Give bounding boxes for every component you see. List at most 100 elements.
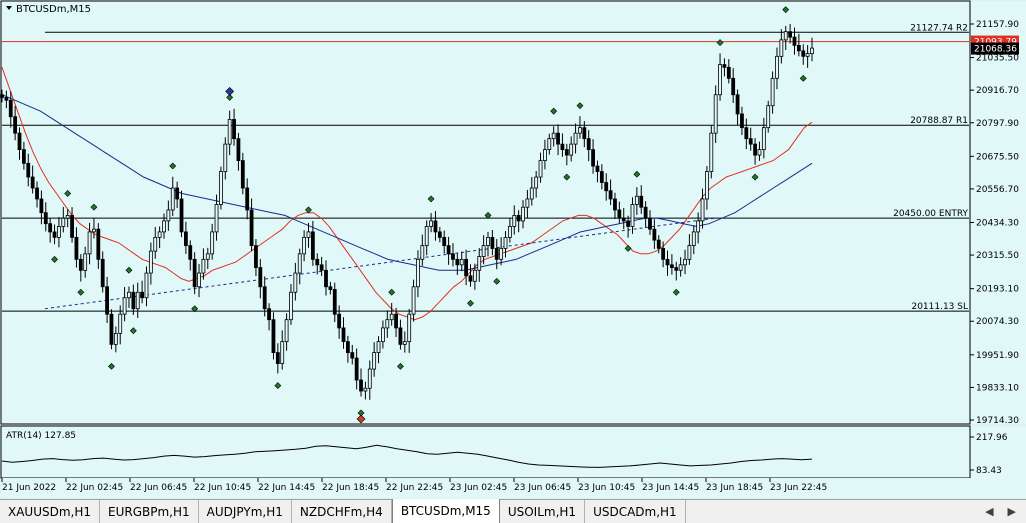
y-tick-label: 20315.50 xyxy=(976,251,1019,261)
tab-scroll-controls: ◀ ▶ xyxy=(985,500,1026,523)
candle-body xyxy=(731,77,736,96)
candle-body xyxy=(127,291,131,299)
candle-body xyxy=(713,94,718,134)
x-tick-label: 23 Jun 10:45 xyxy=(578,483,635,493)
candle-body xyxy=(175,187,180,200)
tab-btcusdm-m15[interactable]: BTCUSDm,M15 xyxy=(391,499,500,523)
candle-body xyxy=(766,105,771,129)
candle-body xyxy=(293,272,298,293)
y-tick-label: 20193.10 xyxy=(976,285,1019,295)
atr-y-tick-label: 83.43 xyxy=(976,466,1002,476)
candle-body xyxy=(4,97,9,101)
candle-body xyxy=(608,190,613,200)
candle-body xyxy=(332,289,337,315)
candle-body xyxy=(683,258,687,266)
candle-body xyxy=(442,236,447,247)
main-chart-panel[interactable] xyxy=(0,0,971,425)
candle-body xyxy=(783,31,788,41)
candle-body xyxy=(538,160,543,178)
candle-body xyxy=(385,319,390,329)
atr-panel[interactable] xyxy=(0,425,971,479)
candle-body xyxy=(43,212,48,225)
candle-body xyxy=(639,195,644,208)
candle-body xyxy=(148,250,153,274)
candle-body xyxy=(499,247,504,260)
candle-body xyxy=(192,258,197,288)
y-tick-label: 20556.70 xyxy=(976,185,1019,195)
candle-body xyxy=(770,77,775,107)
candle-body xyxy=(87,231,92,255)
candle-body xyxy=(262,286,267,310)
x-tick-label: 23 Jun 14:45 xyxy=(642,483,699,493)
candle-body xyxy=(324,269,328,288)
x-tick-label: 22 Jun 10:45 xyxy=(194,483,251,493)
candle-body xyxy=(521,206,525,222)
candle-body xyxy=(13,116,18,134)
candle-body xyxy=(586,138,591,151)
candle-body xyxy=(52,231,57,238)
candle-body xyxy=(551,132,556,140)
candle-body xyxy=(8,99,13,118)
candle-body xyxy=(245,187,250,211)
candle-body xyxy=(582,127,587,140)
candle-body xyxy=(416,258,420,288)
y-tick-label: 19833.10 xyxy=(976,383,1019,393)
candle-body xyxy=(306,231,311,238)
candle-body xyxy=(761,127,766,151)
candle-body xyxy=(197,272,201,288)
candle-body xyxy=(249,209,254,247)
candle-body xyxy=(236,138,241,161)
candle-body xyxy=(621,217,626,222)
tab-eurgbpm-h1[interactable]: EURGBPm,H1 xyxy=(100,500,199,523)
candle-body xyxy=(350,352,355,359)
candle-body xyxy=(429,220,433,227)
candle-body xyxy=(96,228,101,260)
candle-body xyxy=(48,223,53,233)
candle-body xyxy=(451,253,455,260)
candle-body xyxy=(359,379,363,392)
triangle-left-icon[interactable]: ◀ xyxy=(985,505,993,518)
candle-body xyxy=(100,258,105,288)
candle-body xyxy=(722,64,727,68)
candle-body xyxy=(398,327,403,345)
candle-body xyxy=(459,258,464,266)
candle-body xyxy=(748,138,753,145)
candle-body xyxy=(367,368,372,389)
candle-body xyxy=(516,215,521,222)
chart-window[interactable]: 21127.74 R2 20788.87 R1 20450.00 ENTRY 2011… xyxy=(0,0,1026,522)
tab-xauusdm-h1[interactable]: XAUUSDm,H1 xyxy=(0,500,101,523)
candle-body xyxy=(726,66,731,79)
candle-body xyxy=(529,187,534,200)
candle-body xyxy=(57,226,61,238)
candle-body xyxy=(630,204,635,227)
y-tick-label: 20434.30 xyxy=(976,218,1019,228)
tab-nzdchfm-h4[interactable]: NZDCHFm,H4 xyxy=(292,500,392,523)
candle-body xyxy=(188,245,193,260)
candle-body xyxy=(709,132,714,172)
candle-body xyxy=(543,149,547,161)
candle-body xyxy=(407,313,412,343)
triangle-right-icon[interactable]: ▶ xyxy=(1008,505,1016,518)
candle-body xyxy=(372,352,377,370)
bid-price-tag: 21068.36 xyxy=(974,45,1017,55)
candle-body xyxy=(223,143,228,172)
tab-usoilm-h1[interactable]: USOILm,H1 xyxy=(500,500,586,523)
candle-body xyxy=(337,313,342,329)
candle-body xyxy=(109,313,114,345)
candle-body xyxy=(599,171,604,183)
candle-body xyxy=(113,332,118,345)
candle-body xyxy=(201,258,206,274)
candle-body xyxy=(455,258,460,266)
level-label: 20788.87 R1 xyxy=(910,116,968,126)
tab-usdcadm-h1[interactable]: USDCADm,H1 xyxy=(585,500,686,523)
candle-body xyxy=(345,341,350,354)
candle-body xyxy=(691,231,696,247)
tab-audjpym-h1[interactable]: AUDJPYm,H1 xyxy=(199,500,292,523)
level-label: 21127.74 R2 xyxy=(910,23,968,33)
candle-body xyxy=(779,39,784,57)
candle-body xyxy=(661,247,666,260)
y-tick-label: 21035.50 xyxy=(976,54,1019,64)
candle-body xyxy=(122,297,127,315)
candle-body xyxy=(289,291,293,321)
candle-body xyxy=(162,220,166,233)
